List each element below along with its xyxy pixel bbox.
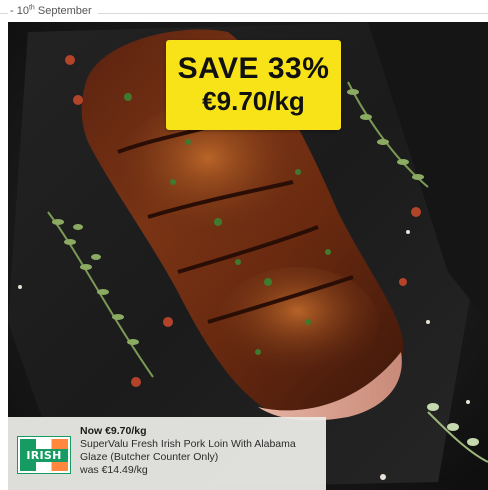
save-badge: SAVE 33% €9.70/kg: [166, 40, 341, 130]
date-suffix: th: [28, 4, 35, 12]
promo-date: - 10th September: [8, 4, 98, 18]
product-details: Now €9.70/kg SuperValu Fresh Irish Pork …: [80, 425, 320, 477]
date-month: September: [37, 5, 92, 17]
irish-origin-logo: IRISH: [18, 437, 70, 473]
date-header: - 10th September: [0, 0, 488, 22]
save-headline: SAVE 33%: [177, 52, 330, 85]
glaze-highlight-2: [218, 267, 378, 377]
now-price: Now €9.70/kg: [80, 425, 147, 437]
product-name: SuperValu Fresh Irish Pork Loin With Ala…: [80, 438, 296, 463]
was-price: was €14.49/kg: [80, 464, 148, 476]
date-day: 10: [16, 5, 29, 17]
save-price: €9.70/kg: [202, 86, 305, 116]
product-info-panel: IRISH Now €9.70/kg SuperValu Fresh Irish…: [8, 417, 326, 490]
date-prefix: -: [10, 5, 17, 17]
irish-logo-text: IRISH: [20, 449, 68, 462]
